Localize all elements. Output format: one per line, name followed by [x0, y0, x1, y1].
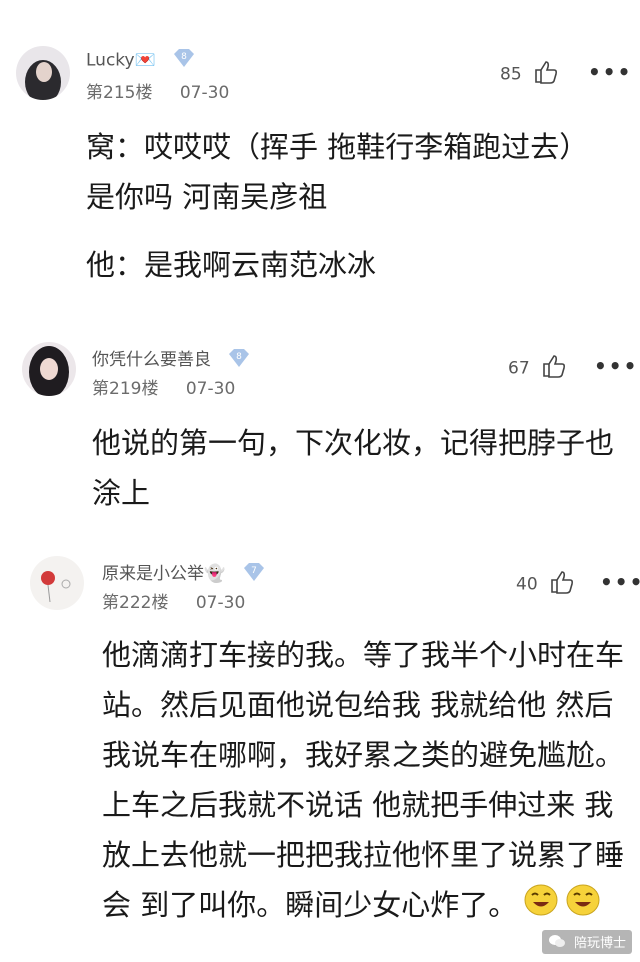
content-paragraph: 他说的第一句，下次化妆，记得把脖子也涂上	[92, 426, 615, 510]
content-paragraph: 窝：哎哎哎（挥手 拖鞋行李箱跑过去）是你吗 河南吴彦祖	[86, 130, 589, 214]
thumbs-up-icon	[533, 60, 559, 89]
post-content: 窝：哎哎哎（挥手 拖鞋行李箱跑过去）是你吗 河南吴彦祖 他：是我啊云南范冰冰	[86, 122, 606, 290]
post-content: 他滴滴打车接的我。等了我半个小时在车站。然后见面他说包给我 我就给他 然后我说车…	[102, 630, 626, 932]
floor-number: 第222楼	[102, 593, 169, 613]
floor-number: 第215楼	[86, 83, 153, 103]
level-badge: 8	[226, 347, 252, 374]
post-meta: 第222楼 07-30	[102, 588, 267, 613]
more-options-icon[interactable]: •••	[588, 60, 632, 84]
like-count: 85	[500, 64, 522, 85]
post-meta: 第219楼 07-30	[92, 374, 257, 399]
content-paragraph: 他：是我啊云南范冰冰	[86, 248, 377, 282]
post-meta: 第215楼 07-30	[86, 78, 251, 103]
wechat-icon	[548, 934, 566, 952]
svg-text:7: 7	[251, 566, 257, 576]
like-button[interactable]: 85	[500, 60, 559, 89]
floor-number: 第219楼	[92, 379, 159, 399]
username[interactable]: Lucky💌 8	[86, 47, 197, 74]
post-date: 07-30	[195, 593, 246, 613]
avatar[interactable]	[16, 46, 70, 100]
watermark-text: 陪玩博士	[573, 935, 626, 951]
username[interactable]: 原来是小公举👻 7	[102, 559, 267, 588]
avatar[interactable]	[30, 556, 84, 610]
thumbs-up-icon	[549, 570, 575, 599]
svg-text:8: 8	[237, 352, 243, 362]
watermark: 陪玩博士	[541, 929, 632, 954]
thumbs-up-icon	[541, 354, 567, 383]
post-content: 他说的第一句，下次化妆，记得把脖子也涂上	[92, 418, 618, 518]
level-badge: 7	[241, 561, 267, 588]
more-options-icon[interactable]: •••	[594, 354, 638, 378]
like-count: 40	[516, 574, 538, 595]
level-badge: 8	[171, 47, 197, 74]
laughing-emoji-icon	[565, 882, 601, 932]
content-paragraph: 他滴滴打车接的我。等了我半个小时在车站。然后见面他说包给我 我就给他 然后我说车…	[102, 638, 625, 922]
like-button[interactable]: 40	[516, 570, 575, 599]
post-date: 07-30	[185, 379, 236, 399]
post-date: 07-30	[179, 83, 230, 103]
avatar[interactable]	[22, 342, 76, 396]
svg-text:8: 8	[181, 52, 187, 62]
more-options-icon[interactable]: •••	[600, 570, 640, 594]
laughing-emoji-icon	[523, 882, 559, 932]
like-count: 67	[508, 358, 530, 379]
like-button[interactable]: 67	[508, 354, 567, 383]
username[interactable]: 你凭什么要善良 8	[92, 345, 252, 374]
